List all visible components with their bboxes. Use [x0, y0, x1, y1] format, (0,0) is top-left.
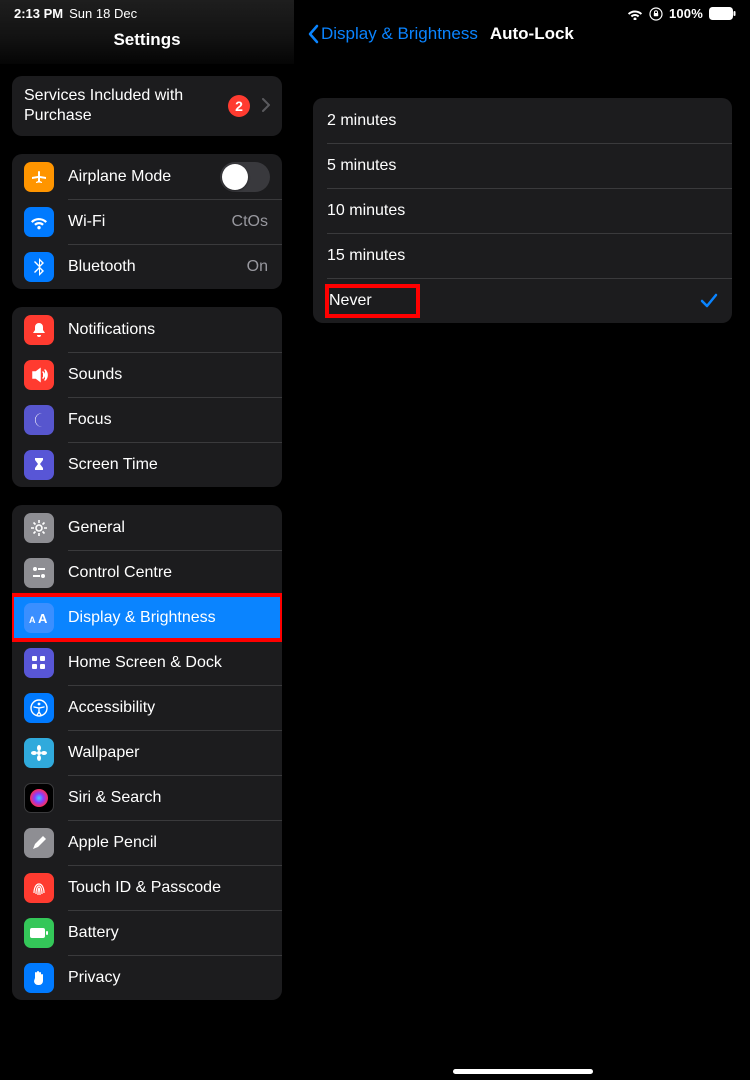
- battery-label: Battery: [68, 924, 270, 942]
- grid-icon: [24, 648, 54, 678]
- privacy-row[interactable]: Privacy: [12, 955, 282, 1000]
- general-row[interactable]: General: [12, 505, 282, 550]
- detail-title: Auto-Lock: [490, 24, 574, 44]
- sounds-row[interactable]: Sounds: [12, 352, 282, 397]
- accessibility-label: Accessibility: [68, 699, 270, 717]
- screentime-row[interactable]: Screen Time: [12, 442, 282, 487]
- pencil-label: Apple Pencil: [68, 834, 270, 852]
- option-label: 15 minutes: [327, 247, 405, 265]
- wifi-value: CtOs: [232, 213, 268, 231]
- hand-icon: [24, 963, 54, 993]
- gear-icon: [24, 513, 54, 543]
- moon-icon: [24, 405, 54, 435]
- wallpaper-row[interactable]: Wallpaper: [12, 730, 282, 775]
- airplane-toggle[interactable]: [220, 162, 270, 192]
- bell-icon: [24, 315, 54, 345]
- control-centre-row[interactable]: Control Centre: [12, 550, 282, 595]
- battery-row[interactable]: Battery: [12, 910, 282, 955]
- airplane-row[interactable]: Airplane Mode: [12, 154, 282, 199]
- group-account: Services Included with Purchase 2: [12, 76, 282, 136]
- svg-text:A: A: [29, 615, 36, 625]
- bluetooth-icon: [24, 252, 54, 282]
- svg-text:A: A: [38, 611, 48, 625]
- bluetooth-label: Bluetooth: [68, 258, 247, 276]
- option-label: 2 minutes: [327, 112, 396, 130]
- option-5-minutes[interactable]: 5 minutes: [313, 143, 732, 188]
- home-indicator[interactable]: [453, 1069, 593, 1074]
- touchid-label: Touch ID & Passcode: [68, 879, 270, 897]
- back-button[interactable]: Display & Brightness: [307, 24, 478, 44]
- text-size-icon: AA: [24, 603, 54, 633]
- home-screen-label: Home Screen & Dock: [68, 654, 270, 672]
- screentime-label: Screen Time: [68, 456, 270, 474]
- focus-label: Focus: [68, 411, 270, 429]
- fingerprint-icon: [24, 873, 54, 903]
- pencil-row[interactable]: Apple Pencil: [12, 820, 282, 865]
- chevron-right-icon: [262, 96, 270, 117]
- airplane-icon: [24, 162, 54, 192]
- services-label: Services Included with Purchase: [24, 76, 228, 136]
- display-brightness-label: Display & Brightness: [68, 609, 270, 627]
- chevron-left-icon: [307, 24, 319, 44]
- sidebar-scroll[interactable]: Services Included with Purchase 2 Airpla…: [0, 64, 294, 1080]
- group-connectivity: Airplane Mode Wi-Fi CtOs Bluetooth On: [12, 154, 282, 289]
- focus-row[interactable]: Focus: [12, 397, 282, 442]
- speaker-icon: [24, 360, 54, 390]
- flower-icon: [24, 738, 54, 768]
- notifications-label: Notifications: [68, 321, 270, 339]
- settings-sidebar: Settings Services Included with Purchase…: [0, 0, 295, 1080]
- notifications-row[interactable]: Notifications: [12, 307, 282, 352]
- option-2-minutes[interactable]: 2 minutes: [313, 98, 732, 143]
- option-label: 10 minutes: [327, 202, 405, 220]
- status-date: Sun 18 Dec: [69, 6, 137, 21]
- general-label: General: [68, 519, 270, 537]
- battery-icon: [709, 7, 736, 20]
- display-brightness-row[interactable]: AA Display & Brightness: [12, 595, 282, 640]
- checkmark-icon: [700, 293, 718, 309]
- orientation-lock-icon: [649, 7, 663, 21]
- hourglass-icon: [24, 450, 54, 480]
- back-label: Display & Brightness: [321, 24, 478, 44]
- group-notifications: Notifications Sounds Focus: [12, 307, 282, 487]
- bluetooth-value: On: [247, 258, 268, 276]
- detail-panel: Display & Brightness Auto-Lock 2 minutes…: [295, 0, 750, 1080]
- services-badge: 2: [228, 95, 250, 117]
- bluetooth-row[interactable]: Bluetooth On: [12, 244, 282, 289]
- option-label: 5 minutes: [327, 157, 396, 175]
- option-never[interactable]: Never: [313, 278, 732, 323]
- autolock-options: 2 minutes 5 minutes 10 minutes 15 minute…: [313, 98, 732, 323]
- group-general: General Control Centre AA Display & Brig…: [12, 505, 282, 1000]
- wifi-settings-icon: [24, 207, 54, 237]
- option-label: Never: [327, 286, 418, 316]
- accessibility-row[interactable]: Accessibility: [12, 685, 282, 730]
- siri-row[interactable]: Siri & Search: [12, 775, 282, 820]
- wifi-label: Wi-Fi: [68, 213, 232, 231]
- status-bar: 2:13 PM Sun 18 Dec 100%: [0, 0, 750, 24]
- sidebar-title: Settings: [113, 30, 180, 50]
- wifi-row[interactable]: Wi-Fi CtOs: [12, 199, 282, 244]
- home-screen-row[interactable]: Home Screen & Dock: [12, 640, 282, 685]
- airplane-label: Airplane Mode: [68, 168, 220, 186]
- sliders-icon: [24, 558, 54, 588]
- sounds-label: Sounds: [68, 366, 270, 384]
- touchid-row[interactable]: Touch ID & Passcode: [12, 865, 282, 910]
- control-centre-label: Control Centre: [68, 564, 270, 582]
- privacy-label: Privacy: [68, 969, 270, 987]
- status-time: 2:13 PM: [14, 6, 63, 21]
- pencil-icon: [24, 828, 54, 858]
- option-10-minutes[interactable]: 10 minutes: [313, 188, 732, 233]
- battery-percent: 100%: [669, 6, 703, 21]
- siri-icon: [24, 783, 54, 813]
- wallpaper-label: Wallpaper: [68, 744, 270, 762]
- services-row[interactable]: Services Included with Purchase 2: [12, 76, 282, 136]
- accessibility-icon: [24, 693, 54, 723]
- wifi-icon: [627, 8, 643, 20]
- battery-icon-settings: [24, 918, 54, 948]
- option-15-minutes[interactable]: 15 minutes: [313, 233, 732, 278]
- siri-label: Siri & Search: [68, 789, 270, 807]
